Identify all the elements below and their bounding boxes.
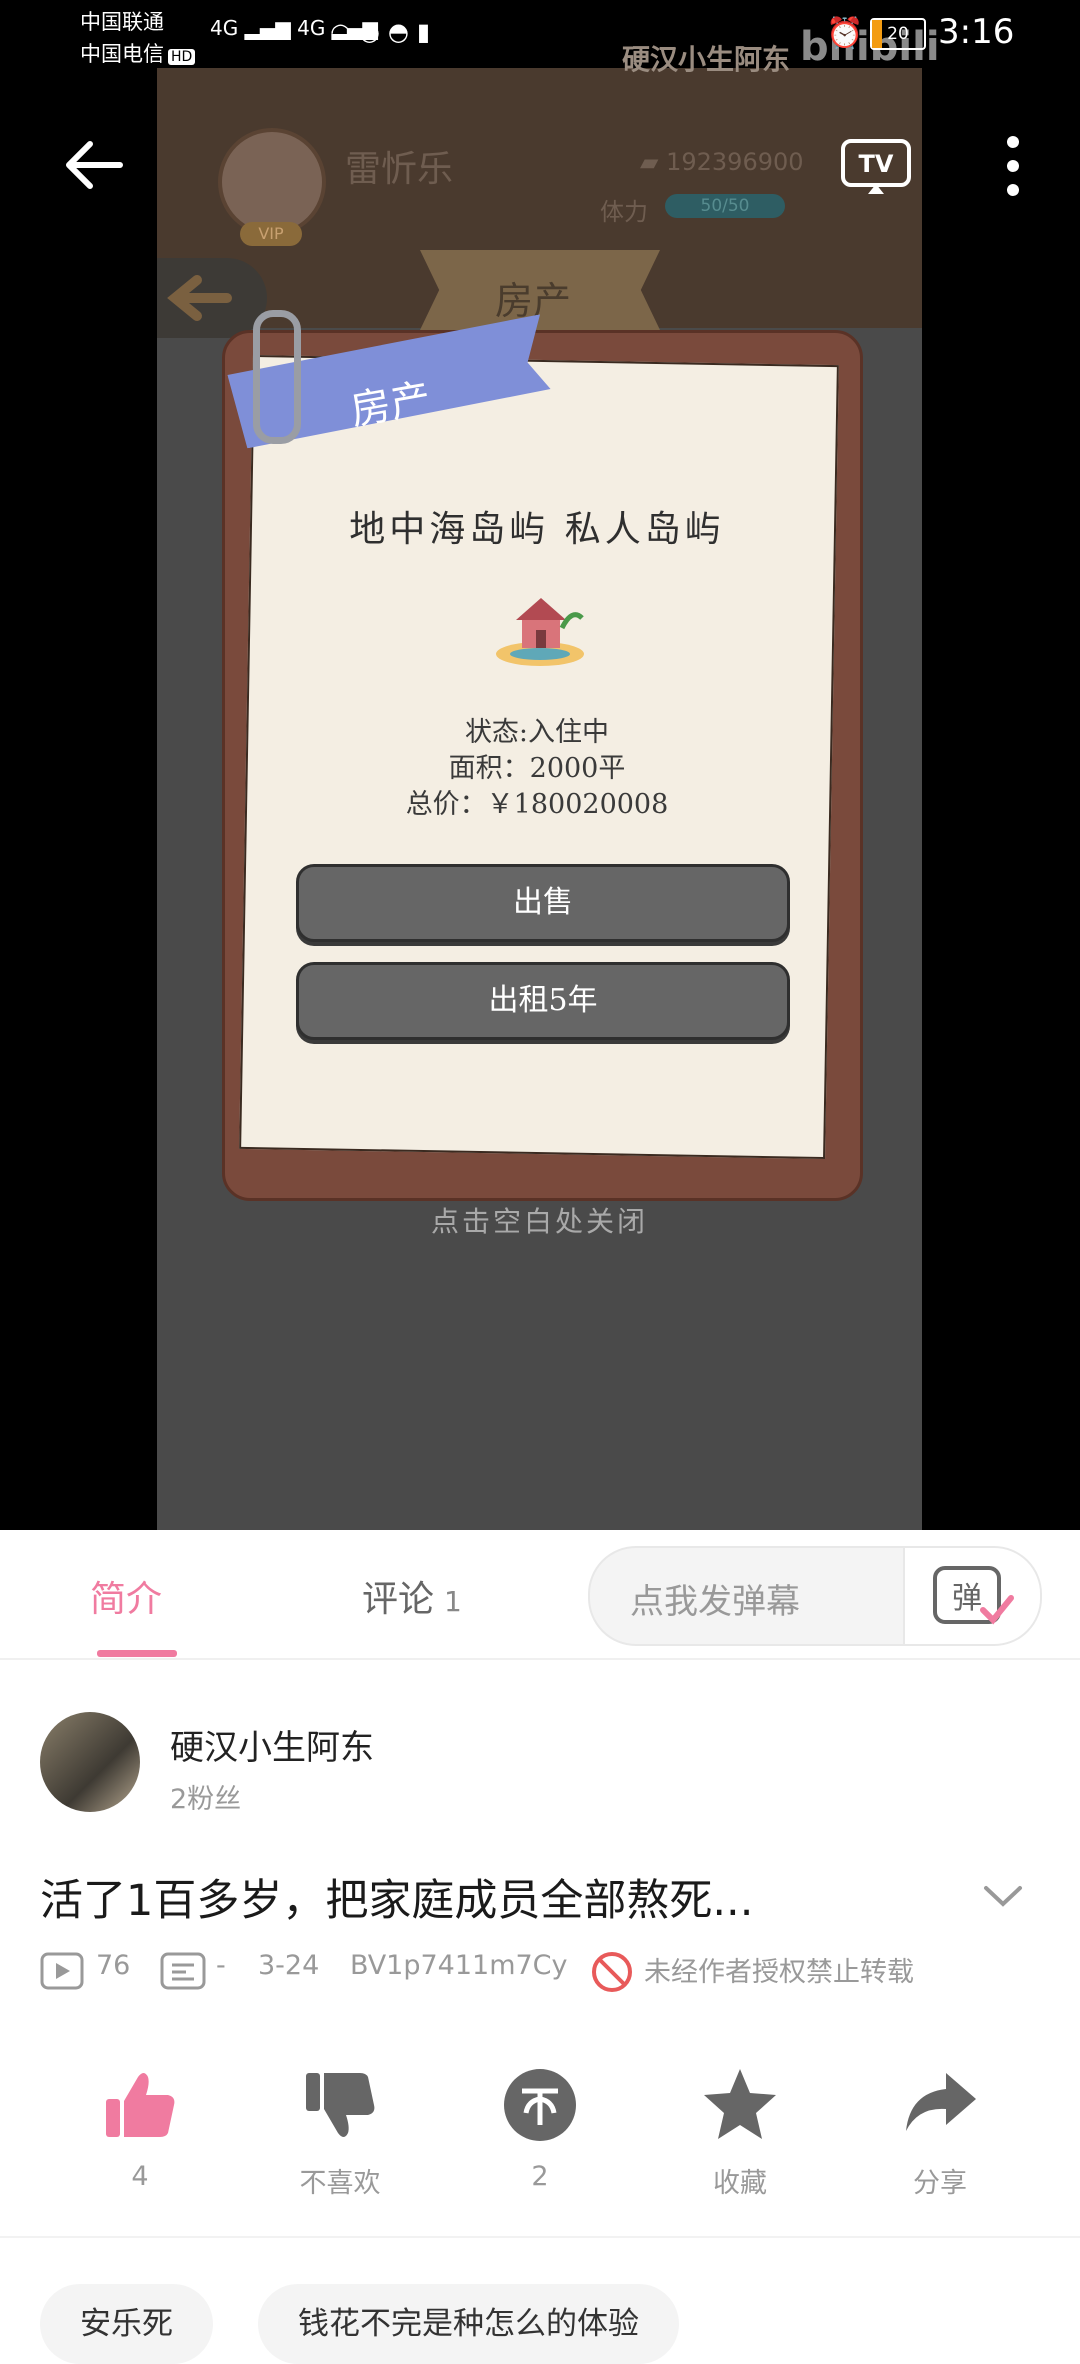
clock: 3:16 bbox=[938, 12, 1015, 52]
uploader-avatar[interactable] bbox=[40, 1712, 140, 1812]
battery-value: 20 bbox=[887, 24, 909, 44]
danmaku-count: - bbox=[216, 1950, 226, 1981]
coin-button[interactable]: 2 bbox=[460, 2065, 620, 2192]
dislike-label: 不喜欢 bbox=[299, 2168, 381, 2199]
tab-comments-label: 评论 bbox=[362, 1579, 435, 1620]
network-type: 4G bbox=[210, 16, 239, 40]
battery-level bbox=[872, 20, 883, 48]
favorite-button[interactable]: 收藏 bbox=[660, 2065, 820, 2200]
tab-bar: 简介 评论 1 点我发弹幕 弹 bbox=[0, 1530, 1080, 1660]
uploader-watermark: 硬汉小生阿东 bbox=[622, 43, 791, 76]
danmaku-input[interactable]: 点我发弹幕 bbox=[630, 1574, 800, 1623]
carrier-1: 中国联通 bbox=[80, 10, 164, 34]
like-button[interactable]: 4 bbox=[60, 2065, 220, 2192]
house-icon bbox=[496, 598, 584, 666]
property-status: 状态:入住中 bbox=[464, 717, 610, 748]
hd-badge: HD bbox=[168, 49, 196, 65]
section-divider bbox=[0, 2236, 1080, 2238]
game-player-avatar bbox=[218, 128, 326, 236]
uploader-name[interactable]: 硬汉小生阿东 bbox=[170, 1720, 374, 1769]
coin-icon: ▰ bbox=[640, 148, 667, 176]
close-hint: 点击空白处关闭 bbox=[430, 1205, 648, 1238]
rent-button: 出租5年 bbox=[296, 962, 790, 1040]
coin-icon bbox=[504, 2069, 576, 2141]
property-price: 总价：￥180020008 bbox=[405, 789, 669, 820]
no-repost-text: 未经作者授权禁止转载 bbox=[644, 1957, 914, 1988]
chevron-down-icon[interactable] bbox=[982, 1880, 1024, 1910]
danmaku-toggle-button[interactable]: 弹 bbox=[903, 1548, 1040, 1644]
video-title: 活了1百多岁，把家庭成员全部熬死... bbox=[40, 1876, 754, 1926]
property-title: 地中海岛屿 私人岛屿 bbox=[349, 509, 725, 550]
coin-count: 2 bbox=[531, 2161, 549, 2192]
more-vertical-icon[interactable] bbox=[995, 130, 1031, 210]
svg-text:TV: TV bbox=[859, 150, 894, 178]
game-vip-badge: VIP bbox=[240, 222, 302, 246]
thumbs-down-icon bbox=[306, 2073, 375, 2137]
uploader-fans: 2粉丝 bbox=[170, 1784, 242, 1815]
tag-chip[interactable]: 钱花不完是种怎么的体验 bbox=[258, 2284, 679, 2364]
share-arrow-icon bbox=[906, 2073, 976, 2131]
video-player[interactable]: VIP 雷忻乐 ▰ 192396900 体力 50/50 房产 房产 地中海岛屿… bbox=[0, 0, 1080, 1530]
play-count: 76 bbox=[96, 1950, 131, 1981]
publish-date: 3-24 bbox=[258, 1950, 320, 1981]
dislike-button[interactable]: 不喜欢 bbox=[260, 2065, 420, 2200]
qq-icon: ◓ bbox=[387, 18, 417, 46]
sell-button: 出售 bbox=[296, 864, 790, 942]
arrow-left-icon bbox=[167, 275, 232, 321]
danmaku-count-icon bbox=[160, 1952, 206, 1990]
wifi-icon: ◠ bbox=[330, 18, 359, 46]
paperclip-icon bbox=[253, 310, 301, 444]
tv-cast-icon[interactable]: TV bbox=[840, 138, 912, 196]
tab-comments[interactable]: 评论 1 bbox=[362, 1570, 462, 1622]
game-coins-value: 192396900 bbox=[666, 148, 804, 176]
tab-active-indicator bbox=[97, 1650, 177, 1657]
carrier-2: 中国电信 HD bbox=[80, 38, 196, 68]
status-icons: ◠◷◓▮ bbox=[330, 18, 438, 46]
thumbs-up-icon bbox=[106, 2073, 175, 2137]
share-label: 分享 bbox=[913, 2168, 967, 2199]
property-area: 面积：2000平 bbox=[448, 753, 626, 784]
game-stamina-bar: 50/50 bbox=[665, 194, 785, 218]
like-count: 4 bbox=[131, 2161, 149, 2192]
back-arrow-icon[interactable] bbox=[60, 130, 130, 200]
share-button[interactable]: 分享 bbox=[860, 2065, 1020, 2200]
carrier-2-text: 中国电信 bbox=[80, 42, 164, 66]
favorite-label: 收藏 bbox=[713, 2168, 767, 2199]
game-stamina-label: 体力 bbox=[600, 198, 648, 226]
game-player-name: 雷忻乐 bbox=[345, 149, 454, 190]
battery-icon: 20 bbox=[870, 18, 926, 50]
danmaku-input-box[interactable]: 点我发弹幕 弹 bbox=[588, 1546, 1042, 1646]
timer-icon: ◷ bbox=[358, 18, 388, 46]
notification-icon: ▮ bbox=[416, 18, 439, 46]
tab-intro[interactable]: 简介 bbox=[90, 1570, 162, 1622]
comment-count: 1 bbox=[444, 1585, 462, 1618]
tag-chip[interactable]: 安乐死 bbox=[40, 2284, 213, 2364]
game-coins: ▰ 192396900 bbox=[640, 148, 804, 176]
star-icon bbox=[704, 2069, 776, 2139]
game-back-arrow bbox=[157, 258, 267, 338]
play-count-icon bbox=[40, 1952, 84, 1990]
no-repost-icon bbox=[592, 1952, 632, 1992]
svg-text:弹: 弹 bbox=[952, 1581, 982, 1616]
danmaku-icon: 弹 bbox=[933, 1566, 1014, 1625]
alarm-icon: ⏰ bbox=[826, 16, 864, 51]
bvid: BV1p7411m7Cy bbox=[350, 1950, 568, 1981]
